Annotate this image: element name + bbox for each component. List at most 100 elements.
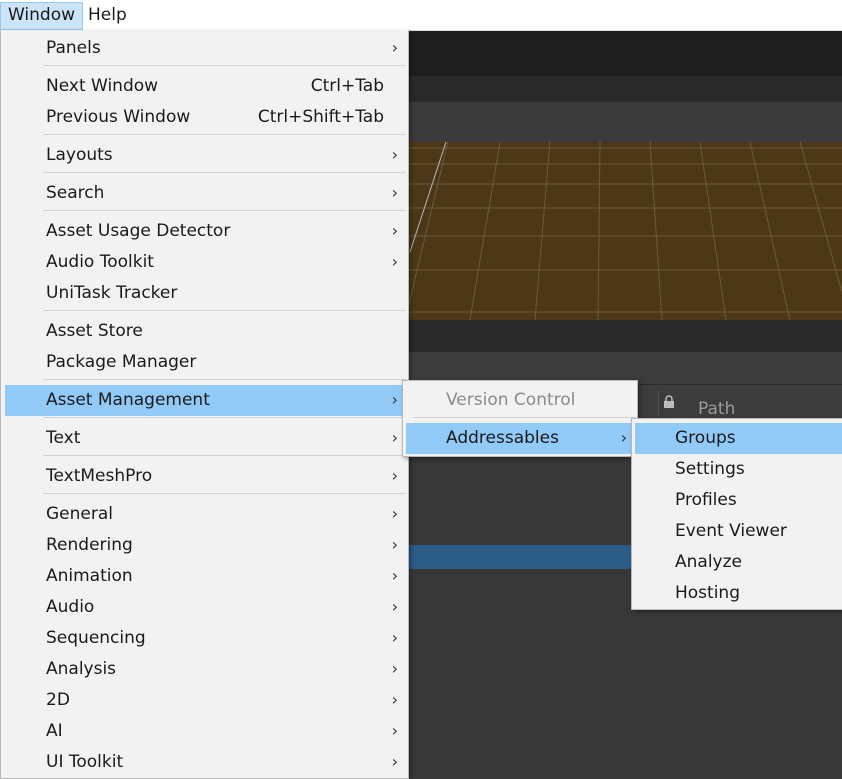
menu-item-asset-usage-detector[interactable]: Asset Usage Detector › xyxy=(1,216,408,247)
chevron-right-icon: › xyxy=(391,752,398,771)
menu-bar: Window Help xyxy=(0,0,842,31)
chevron-right-icon: › xyxy=(391,38,398,57)
menu-item-label: Groups xyxy=(675,428,736,448)
menu-item-textmeshpro[interactable]: TextMeshPro › xyxy=(1,461,408,492)
menu-item-audio-toolkit[interactable]: Audio Toolkit › xyxy=(1,247,408,278)
menu-item-label: Hosting xyxy=(675,583,740,603)
chevron-right-icon: › xyxy=(391,659,398,678)
menu-item-analyze[interactable]: Analyze xyxy=(632,547,842,578)
menu-item-hosting[interactable]: Hosting xyxy=(632,578,842,609)
menu-item-label: Analyze xyxy=(675,552,742,572)
menu-separator xyxy=(43,172,406,173)
chevron-right-icon: › xyxy=(391,690,398,709)
menu-separator xyxy=(43,310,406,311)
menu-item-label: Audio Toolkit xyxy=(46,252,154,272)
menu-item-next-window[interactable]: Next Window Ctrl+Tab xyxy=(1,71,408,102)
menu-item-version-control: Version Control xyxy=(403,385,637,416)
menu-item-panels[interactable]: Panels › xyxy=(1,33,408,64)
menu-item-label: Search xyxy=(46,183,105,203)
chevron-right-icon: › xyxy=(391,145,398,164)
asset-management-submenu: Version Control Addressables › xyxy=(402,380,638,457)
menu-item-layouts[interactable]: Layouts › xyxy=(1,140,408,171)
menu-item-shortcut: Ctrl+Shift+Tab xyxy=(257,107,384,127)
menu-item-label: Panels xyxy=(46,38,101,58)
menu-item-shortcut: Ctrl+Tab xyxy=(310,76,384,96)
chevron-right-icon: › xyxy=(391,566,398,585)
menu-item-label: Next Window xyxy=(46,76,159,96)
chevron-right-icon: › xyxy=(391,504,398,523)
menu-separator xyxy=(43,134,406,135)
menu-item-analysis[interactable]: Analysis › xyxy=(1,654,408,685)
chevron-right-icon: › xyxy=(391,466,398,485)
menu-item-label: General xyxy=(46,504,113,524)
menu-item-addressables[interactable]: Addressables › xyxy=(406,423,634,454)
column-separator xyxy=(658,391,659,415)
menu-separator xyxy=(43,417,406,418)
addressables-submenu: Groups Settings Profiles Event Viewer An… xyxy=(631,418,842,610)
menu-item-event-viewer[interactable]: Event Viewer xyxy=(632,516,842,547)
menu-item-search[interactable]: Search › xyxy=(1,178,408,209)
chevron-right-icon: › xyxy=(391,252,398,271)
menu-item-text[interactable]: Text › xyxy=(1,423,408,454)
window-menu: Panels › Next Window Ctrl+Tab Previous W… xyxy=(0,30,409,779)
menu-item-rendering[interactable]: Rendering › xyxy=(1,530,408,561)
menu-item-asset-management[interactable]: Asset Management › xyxy=(5,385,404,416)
menu-item-label: Audio xyxy=(46,597,95,617)
chevron-right-icon: › xyxy=(391,628,398,647)
menu-item-label: Event Viewer xyxy=(675,521,787,541)
menu-item-label: Asset Management xyxy=(46,390,210,410)
chevron-right-icon: › xyxy=(391,390,398,409)
project-column-header: Path xyxy=(632,384,842,421)
menu-item-label: Settings xyxy=(675,459,745,479)
menu-item-label: UI Toolkit xyxy=(46,752,124,772)
menu-item-label: Addressables xyxy=(446,428,559,448)
menu-item-2d[interactable]: 2D › xyxy=(1,685,408,716)
menu-item-settings[interactable]: Settings xyxy=(632,454,842,485)
menu-item-label: Package Manager xyxy=(46,352,197,372)
menu-item-ai[interactable]: AI › xyxy=(1,716,408,747)
menu-item-previous-window[interactable]: Previous Window Ctrl+Shift+Tab xyxy=(1,102,408,133)
menu-item-label: Asset Usage Detector xyxy=(46,221,231,241)
menu-help[interactable]: Help xyxy=(81,2,134,28)
menu-item-unitask-tracker[interactable]: UniTask Tracker xyxy=(1,278,408,309)
menu-item-label: Text xyxy=(46,428,81,448)
menu-separator xyxy=(43,455,406,456)
menu-item-ui-toolkit[interactable]: UI Toolkit › xyxy=(1,747,408,778)
menu-item-label: Asset Store xyxy=(46,321,143,341)
menu-item-label: Previous Window xyxy=(46,107,191,127)
menu-item-asset-store[interactable]: Asset Store xyxy=(1,316,408,347)
menu-separator xyxy=(413,417,635,418)
chevron-right-icon: › xyxy=(620,428,627,447)
chevron-right-icon: › xyxy=(391,183,398,202)
menu-item-audio[interactable]: Audio › xyxy=(1,592,408,623)
menu-item-label: AI xyxy=(46,721,63,741)
lock-icon xyxy=(664,395,674,408)
menu-item-profiles[interactable]: Profiles xyxy=(632,485,842,516)
menu-item-label: Animation xyxy=(46,566,133,586)
menu-item-label: Sequencing xyxy=(46,628,146,648)
menu-item-label: Profiles xyxy=(675,490,737,510)
path-column-label[interactable]: Path xyxy=(698,399,735,419)
menu-item-label: Analysis xyxy=(46,659,117,679)
chevron-right-icon: › xyxy=(391,221,398,240)
menu-separator xyxy=(43,210,406,211)
menu-item-label: UniTask Tracker xyxy=(46,283,178,303)
menu-item-groups[interactable]: Groups xyxy=(635,423,842,454)
menu-separator xyxy=(43,379,406,380)
chevron-right-icon: › xyxy=(391,535,398,554)
menu-item-label: Layouts xyxy=(46,145,113,165)
menu-item-general[interactable]: General › xyxy=(1,499,408,530)
chevron-right-icon: › xyxy=(391,597,398,616)
menu-separator xyxy=(43,493,406,494)
menu-item-sequencing[interactable]: Sequencing › xyxy=(1,623,408,654)
menu-item-label: Rendering xyxy=(46,535,133,555)
menu-window[interactable]: Window xyxy=(0,2,84,30)
chevron-right-icon: › xyxy=(391,721,398,740)
chevron-right-icon: › xyxy=(391,428,398,447)
menu-item-package-manager[interactable]: Package Manager xyxy=(1,347,408,378)
selected-project-row[interactable] xyxy=(400,545,632,569)
menu-item-label: TextMeshPro xyxy=(46,466,153,486)
menu-item-animation[interactable]: Animation › xyxy=(1,561,408,592)
menu-separator xyxy=(43,65,406,66)
menu-item-label: 2D xyxy=(46,690,70,710)
